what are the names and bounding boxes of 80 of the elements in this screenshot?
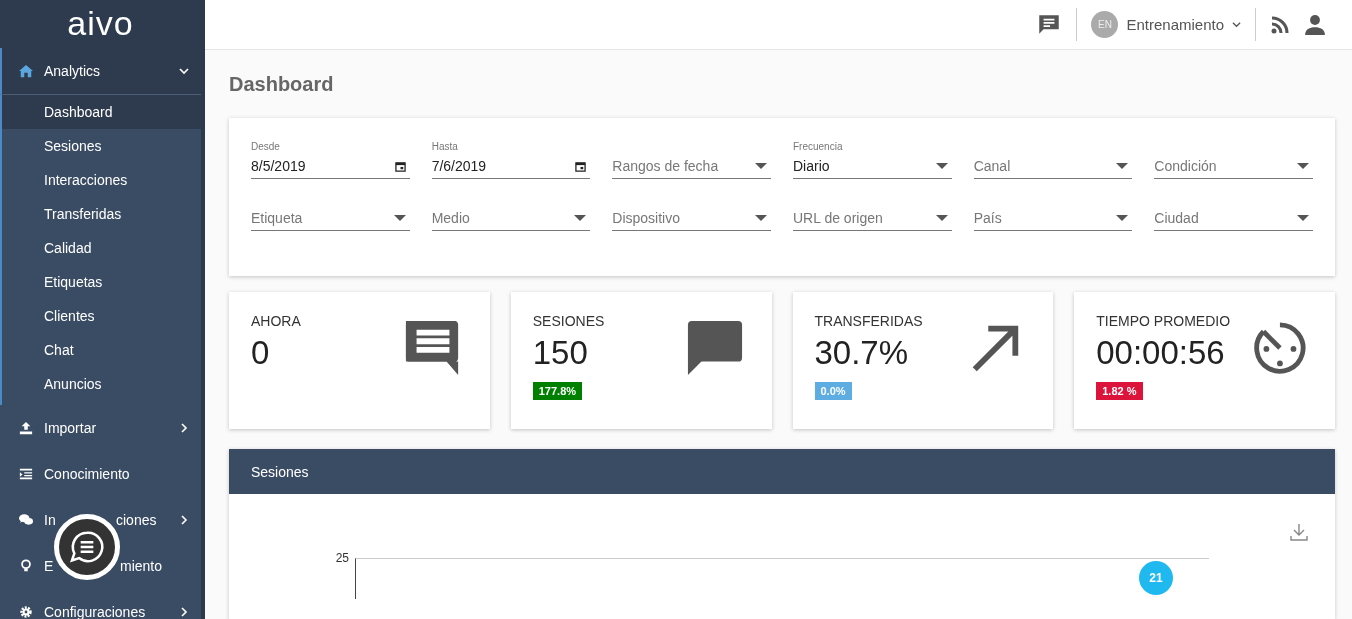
- stat-value: 00:00:56: [1096, 334, 1226, 372]
- sidebar-item-label: In: [44, 512, 57, 528]
- stat-value: 30.7%: [814, 334, 910, 372]
- sidebar-item-label: Conocimiento: [44, 466, 131, 482]
- caret-icon: [1116, 163, 1129, 169]
- submenu-item[interactable]: Calidad: [2, 231, 201, 265]
- account-name: Entrenamiento: [1126, 16, 1224, 33]
- sidebar-item-label: Analytics: [44, 63, 102, 79]
- home-icon: [19, 64, 33, 78]
- chat-bubble-icon: [68, 528, 106, 566]
- stat-title: AHORA: [251, 313, 301, 329]
- stat-title: SESIONES: [532, 313, 605, 329]
- sidebar-item[interactable]: Analytics: [0, 48, 201, 95]
- calendar-icon: [394, 160, 406, 172]
- chat-bubbles-icon: [19, 513, 33, 527]
- submenu-item[interactable]: Transferidas: [2, 197, 201, 231]
- user-icon: [1304, 13, 1326, 36]
- stat-value: 150: [532, 334, 589, 372]
- date-field[interactable]: 7/6/2019: [431, 154, 591, 179]
- lightbulb-icon: [19, 559, 33, 573]
- dropdown-field[interactable]: Medio: [431, 206, 591, 231]
- sidebar-item[interactable]: In ciones: [0, 497, 201, 543]
- submenu-item[interactable]: Anuncios: [2, 367, 201, 401]
- stat-title: TRANSFERIDAS: [814, 313, 923, 329]
- caret-icon: [935, 163, 948, 169]
- sidebar-item-label: Configuraciones: [44, 604, 147, 619]
- account-menu[interactable]: EN Entrenamiento: [1091, 11, 1241, 38]
- caret-icon: [755, 215, 767, 221]
- submenu-item[interactable]: Interacciones: [2, 163, 201, 197]
- sidebar-item-label: ciones: [116, 512, 157, 528]
- sidebar-item-label: Importar: [44, 420, 98, 436]
- submenu-item[interactable]: Dashboard: [2, 95, 201, 129]
- avatar: EN: [1091, 11, 1119, 38]
- data-point-label: 21: [1139, 561, 1173, 595]
- logo: aivo: [0, 0, 201, 48]
- dropdown-field[interactable]: Canal: [973, 154, 1133, 179]
- dropdown-field[interactable]: País: [973, 206, 1133, 231]
- submenu-item[interactable]: Clientes: [2, 299, 201, 333]
- date-field[interactable]: 8/5/2019: [251, 154, 410, 179]
- stat-value: 0: [251, 334, 271, 372]
- sidebar-item-label: miento: [120, 558, 163, 574]
- dropdown-field[interactable]: Dispositivo: [612, 206, 771, 231]
- caret-icon: [1116, 215, 1129, 221]
- speech-bubble-icon: [685, 319, 744, 377]
- stat-title: TIEMPO PROMEDIO: [1096, 313, 1231, 329]
- submenu-item[interactable]: Chat: [2, 333, 201, 367]
- caret-icon: [1297, 163, 1309, 169]
- change-badge: 0.0%: [814, 382, 852, 400]
- axis-tick-label: 25: [334, 551, 349, 565]
- calendar-icon: [575, 160, 587, 172]
- panel-title: Sesiones: [251, 463, 309, 480]
- upload-icon: [19, 421, 33, 435]
- list-icon: [19, 467, 33, 481]
- field-label: Hasta: [431, 141, 459, 154]
- change-badge: 177.8%: [532, 382, 583, 400]
- field-label: Desde: [251, 141, 281, 154]
- dropdown-field[interactable]: URL de origen: [793, 206, 952, 231]
- sidebar-item[interactable]: Configuraciones: [0, 589, 201, 619]
- caret-icon: [935, 215, 948, 221]
- caret-icon: [1232, 20, 1241, 29]
- rss-icon: [1270, 14, 1290, 35]
- dropdown-field[interactable]: Etiqueta: [251, 206, 410, 231]
- caret-icon: [574, 215, 587, 221]
- page-title: Dashboard: [229, 73, 335, 96]
- submenu-item[interactable]: Etiquetas: [2, 265, 201, 299]
- sidebar-item-label: E: [44, 558, 55, 574]
- dropdown-field[interactable]: Diario: [793, 154, 952, 179]
- sidebar-item[interactable]: Importar: [0, 405, 201, 451]
- download-icon: [1289, 522, 1309, 542]
- caret-icon: [755, 163, 767, 169]
- field-label: Frecuencia: [793, 141, 844, 154]
- sidebar-item[interactable]: E miento: [0, 543, 201, 589]
- sidebar-item[interactable]: Conocimiento: [0, 451, 201, 497]
- change-badge: 1.82 %: [1096, 382, 1143, 400]
- caret-icon: [393, 215, 406, 221]
- dropdown-field[interactable]: Ciudad: [1154, 206, 1313, 231]
- submenu-item[interactable]: Sesiones: [2, 129, 201, 163]
- caret-icon: [1297, 215, 1309, 221]
- dropdown-field[interactable]: Rangos de fecha: [612, 154, 771, 179]
- dropdown-field[interactable]: Condición: [1154, 154, 1313, 179]
